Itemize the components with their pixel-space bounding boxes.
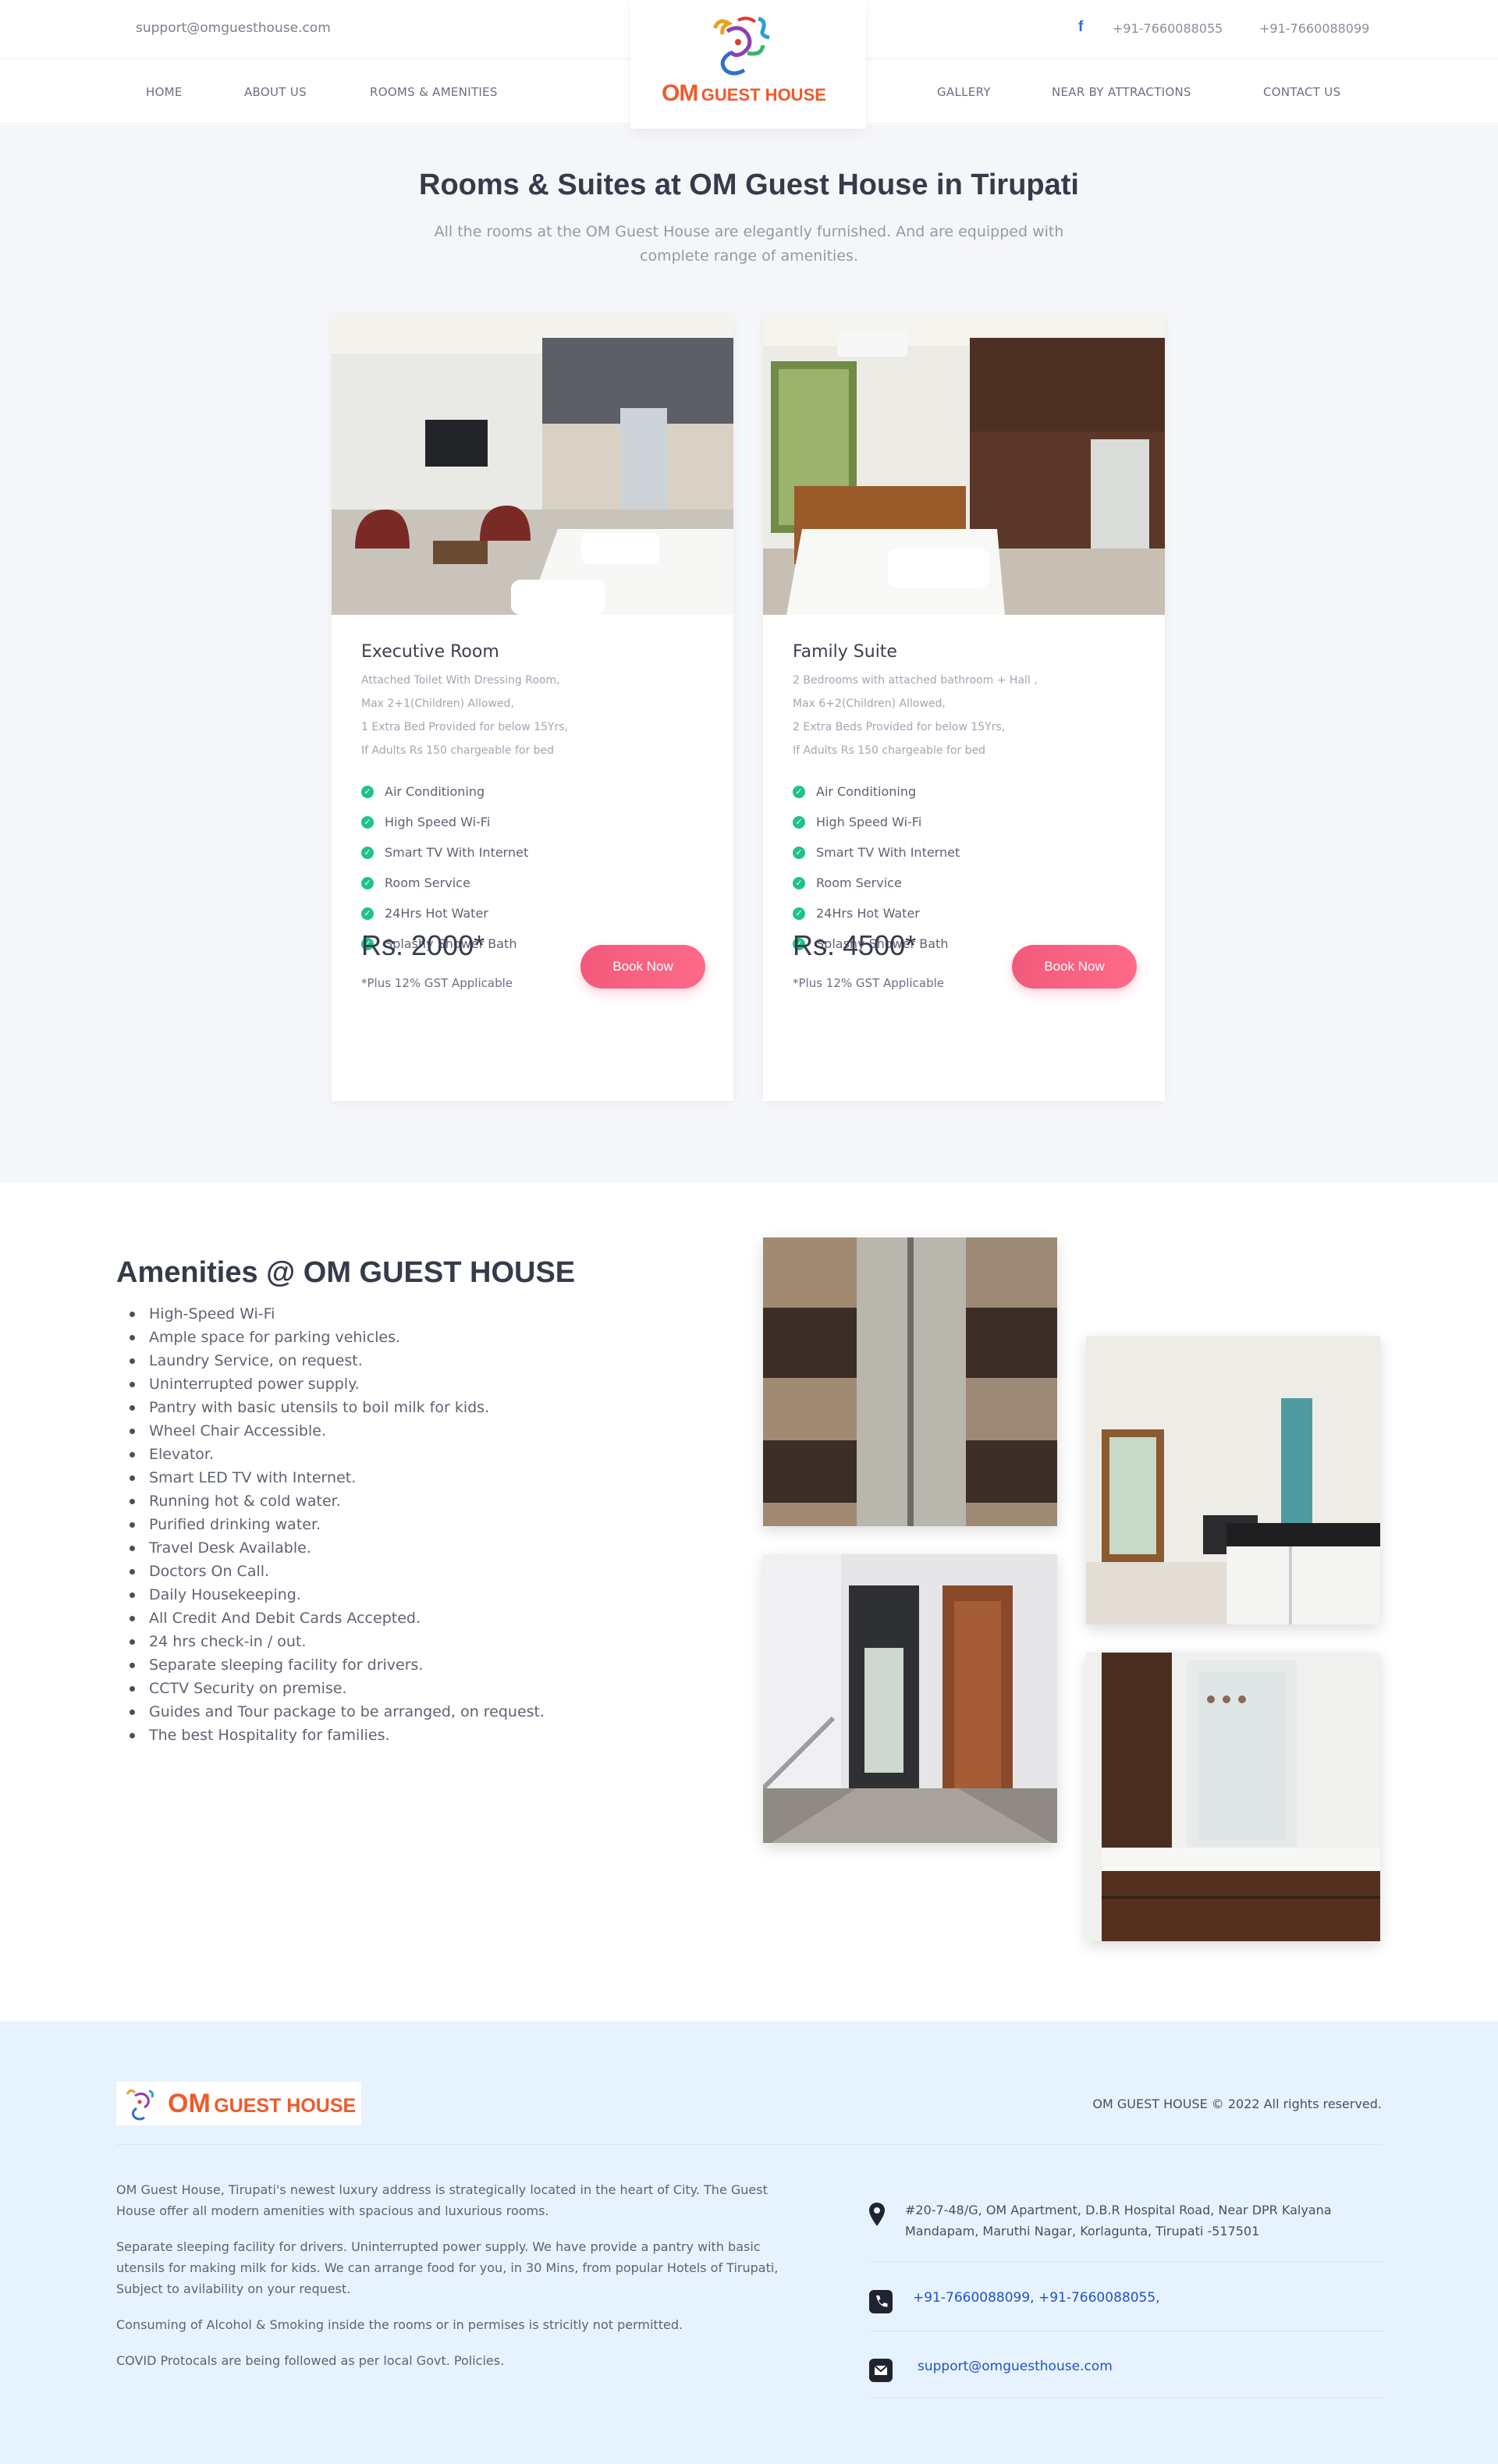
gallery-photo-dressing[interactable]: [1086, 1653, 1380, 1941]
ganesha-logo-icon: [712, 16, 770, 76]
check-icon: ✓: [793, 876, 805, 889]
list-item: Uninterrupted power supply.: [117, 1372, 545, 1396]
site-footer: OM GUEST HOUSE OM GUEST HOUSE © 2022 All…: [0, 2022, 1498, 2464]
list-item: Ample space for parking vehicles.: [117, 1326, 545, 1349]
rooms-subtitle: All the rooms at the OM Guest House are …: [434, 223, 1064, 265]
list-item: ✓ Smart TV With Internet: [361, 837, 528, 868]
envelope-icon: [869, 2359, 893, 2382]
phone-icon: [869, 2290, 893, 2313]
room-description: 2 Bedrooms with attached bathroom + Hall…: [793, 674, 1038, 757]
room-price: Rs. 2000*: [361, 929, 485, 961]
topbar-phone-1[interactable]: +91-7660088055: [1113, 21, 1223, 36]
gallery-photo-hall[interactable]: [1086, 1336, 1380, 1624]
check-icon: ✓: [361, 785, 374, 798]
check-icon: ✓: [793, 785, 805, 798]
list-item: CCTV Security on premise.: [117, 1677, 545, 1700]
gst-note: *Plus 12% GST Applicable: [361, 976, 513, 990]
book-now-button[interactable]: Book Now: [1012, 945, 1137, 989]
nav-rooms-amenities[interactable]: ROOMS & AMENITIES: [370, 85, 498, 99]
list-item: ✓ High Speed Wi-Fi: [361, 807, 528, 837]
list-item: Laundry Service, on request.: [117, 1349, 545, 1372]
check-icon: ✓: [361, 846, 374, 859]
topbar-email-link[interactable]: support@omguesthouse.com: [136, 20, 331, 36]
map-pin-icon: [869, 2203, 885, 2226]
rooms-section: Rooms & Suites at OM Guest House in Tiru…: [0, 125, 1498, 1183]
gst-note: *Plus 12% GST Applicable: [793, 976, 944, 990]
room-description: Attached Toilet With Dressing Room, Max …: [361, 674, 568, 757]
list-item: All Credit And Debit Cards Accepted.: [117, 1607, 545, 1630]
check-icon: ✓: [361, 815, 374, 829]
list-item: High-Speed Wi-Fi: [117, 1302, 545, 1326]
family-suite-photo: [763, 314, 1165, 615]
footer-about: OM Guest House, Tirupati's newest luxury…: [116, 2182, 779, 2368]
check-icon: ✓: [793, 815, 805, 829]
nav-near-by-attractions[interactable]: NEAR BY ATTRACTIONS: [1052, 85, 1191, 99]
nav-about-us[interactable]: ABOUT US: [244, 85, 307, 99]
logo-wordmark: OM GUEST HOUSE: [662, 80, 826, 106]
amenities-section: Amenities @ OM GUEST HOUSE High-Speed Wi…: [0, 1183, 1498, 2022]
book-now-button[interactable]: Book Now: [580, 945, 705, 989]
list-item: Wheel Chair Accessible.: [117, 1419, 545, 1443]
check-icon: ✓: [361, 907, 374, 920]
footer-logo[interactable]: OM GUEST HOUSE: [116, 2082, 361, 2125]
list-item: Smart LED TV with Internet.: [117, 1466, 545, 1489]
list-item: Pantry with basic utensils to boil milk …: [117, 1396, 545, 1419]
amenities-title: Amenities @ OM GUEST HOUSE: [116, 1256, 576, 1289]
rooms-title: Rooms & Suites at OM Guest House in Tiru…: [419, 169, 1079, 201]
list-item: ✓ 24Hrs Hot Water: [361, 898, 528, 928]
list-item: Elevator.: [117, 1443, 545, 1466]
list-item: The best Hospitality for families.: [117, 1724, 545, 1747]
footer-divider: [116, 2144, 1382, 2145]
list-item: ✓ Smart TV With Internet: [793, 837, 960, 868]
topbar-phone-2[interactable]: +91-7660088099: [1259, 21, 1369, 36]
check-icon: ✓: [361, 876, 374, 889]
amenities-list: High-Speed Wi-Fi Ample space for parking…: [117, 1302, 545, 1747]
nav-contact-us[interactable]: CONTACT US: [1263, 85, 1340, 99]
room-card-family-suite: Family Suite 2 Bedrooms with attached ba…: [763, 314, 1165, 1101]
gallery-photo-elevator[interactable]: [763, 1237, 1057, 1526]
copyright-text: OM GUEST HOUSE © 2022 All rights reserve…: [1092, 2097, 1382, 2111]
list-item: ✓ Air Conditioning: [361, 776, 528, 807]
list-item: Travel Desk Available.: [117, 1536, 545, 1560]
facebook-icon[interactable]: f: [1078, 19, 1083, 36]
list-item: Purified drinking water.: [117, 1513, 545, 1536]
executive-room-photo: [332, 314, 733, 615]
list-item: Separate sleeping facility for drivers.: [117, 1653, 545, 1677]
room-name: Executive Room: [361, 642, 499, 662]
footer-logo-wordmark: OM GUEST HOUSE: [168, 2089, 357, 2118]
room-name: Family Suite: [793, 642, 897, 662]
list-item: Daily Housekeeping.: [117, 1583, 545, 1607]
list-item: Running hot & cold water.: [117, 1489, 545, 1513]
room-card-executive: Executive Room Attached Toilet With Dres…: [332, 314, 733, 1101]
site-logo[interactable]: OM GUEST HOUSE: [630, 0, 866, 129]
room-price: Rs. 4500*: [793, 929, 917, 961]
footer-contact-divider: [869, 2261, 1384, 2262]
nav-home[interactable]: HOME: [146, 85, 183, 99]
footer-phone-link[interactable]: +91-7660088099, +91-7660088055,: [913, 2290, 1160, 2306]
gallery-photo-corridor[interactable]: [763, 1554, 1057, 1843]
ganesha-logo-icon: [126, 2089, 154, 2121]
footer-email-link[interactable]: support@omguesthouse.com: [918, 2359, 1113, 2374]
list-item: Doctors On Call.: [117, 1560, 545, 1583]
check-icon: ✓: [793, 907, 805, 920]
list-item: ✓ Air Conditioning: [793, 776, 960, 807]
check-icon: ✓: [793, 846, 805, 859]
list-item: Guides and Tour package to be arranged, …: [117, 1700, 545, 1724]
list-item: 24 hrs check-in / out.: [117, 1630, 545, 1653]
list-item: ✓ 24Hrs Hot Water: [793, 898, 960, 928]
list-item: ✓ Room Service: [793, 868, 960, 898]
list-item: ✓ Room Service: [361, 868, 528, 898]
nav-gallery[interactable]: GALLERY: [937, 85, 991, 99]
list-item: ✓ High Speed Wi-Fi: [793, 807, 960, 837]
